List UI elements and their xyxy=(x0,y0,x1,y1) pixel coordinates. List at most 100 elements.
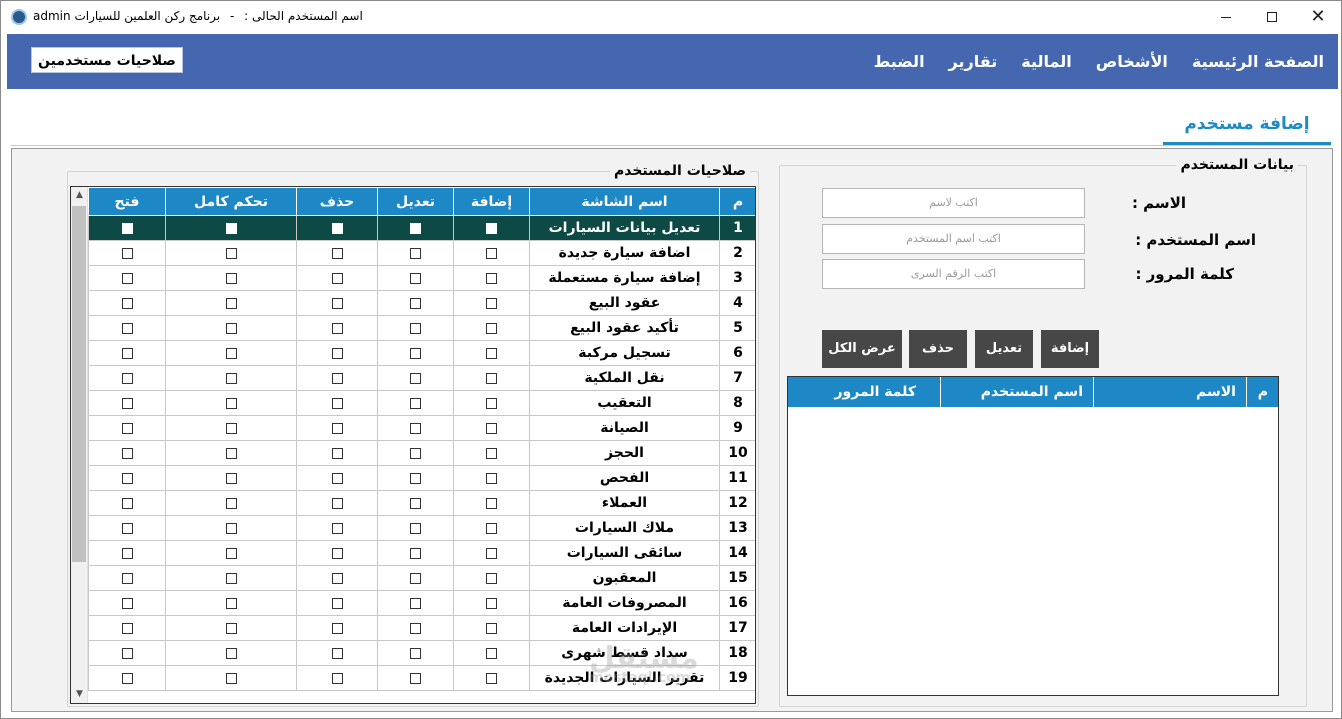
full-checkbox[interactable] xyxy=(225,297,237,309)
edit-checkbox[interactable] xyxy=(410,522,421,534)
users-col-username[interactable]: اسم المستخدم xyxy=(940,377,1093,407)
full-checkbox[interactable] xyxy=(225,597,237,609)
delete-checkbox[interactable] xyxy=(331,397,343,409)
add-checkbox[interactable] xyxy=(486,272,497,284)
edit-checkbox[interactable] xyxy=(410,597,421,609)
full-checkbox[interactable] xyxy=(225,222,237,234)
edit-checkbox[interactable] xyxy=(410,447,421,459)
full-checkbox[interactable] xyxy=(225,422,237,434)
open-checkbox[interactable] xyxy=(121,622,133,634)
add-checkbox[interactable] xyxy=(486,622,497,634)
open-checkbox[interactable] xyxy=(121,672,133,684)
delete-checkbox[interactable] xyxy=(331,422,343,434)
nav-item-0[interactable]: الصفحة الرئيسية xyxy=(1192,52,1324,71)
open-checkbox[interactable] xyxy=(121,322,133,334)
open-checkbox[interactable] xyxy=(121,597,133,609)
users-col-num[interactable]: م xyxy=(1246,377,1278,407)
edit-checkbox[interactable] xyxy=(410,647,421,659)
permission-row[interactable]: 13 ملاك السيارات xyxy=(88,515,755,541)
add-checkbox[interactable] xyxy=(486,447,497,459)
close-button[interactable]: ✕ xyxy=(1295,1,1341,33)
open-checkbox[interactable] xyxy=(121,472,133,484)
scroll-down-icon[interactable]: ▼ xyxy=(71,686,88,703)
edit-checkbox[interactable] xyxy=(410,347,421,359)
full-checkbox[interactable] xyxy=(225,672,237,684)
open-checkbox[interactable] xyxy=(121,647,133,659)
open-checkbox[interactable] xyxy=(121,222,133,234)
add-checkbox[interactable] xyxy=(486,222,497,234)
nav-item-2[interactable]: المالية xyxy=(1021,52,1071,71)
col-add-header[interactable]: إضافة xyxy=(453,187,530,216)
delete-checkbox[interactable] xyxy=(331,547,343,559)
tab-add-user[interactable]: إضافة مستخدم جديد xyxy=(1163,107,1331,168)
delete-checkbox[interactable] xyxy=(331,647,343,659)
edit-checkbox[interactable] xyxy=(410,572,421,584)
delete-button[interactable]: حذف xyxy=(909,330,967,368)
permission-row[interactable]: 10 الحجز xyxy=(88,440,755,466)
open-checkbox[interactable] xyxy=(121,497,133,509)
add-checkbox[interactable] xyxy=(486,572,497,584)
open-checkbox[interactable] xyxy=(121,372,133,384)
open-checkbox[interactable] xyxy=(121,272,133,284)
name-input[interactable]: اكتب لاسم xyxy=(822,188,1085,218)
permission-row[interactable]: 3 إضافة سيارة مستعملة xyxy=(88,265,755,291)
delete-checkbox[interactable] xyxy=(331,622,343,634)
delete-checkbox[interactable] xyxy=(331,672,343,684)
full-checkbox[interactable] xyxy=(225,572,237,584)
permission-row[interactable]: 8 التعقيب xyxy=(88,390,755,416)
delete-checkbox[interactable] xyxy=(331,522,343,534)
add-checkbox[interactable] xyxy=(486,422,497,434)
full-checkbox[interactable] xyxy=(225,347,237,359)
edit-checkbox[interactable] xyxy=(410,297,421,309)
scroll-up-icon[interactable]: ▲ xyxy=(71,187,88,204)
permission-row[interactable]: 5 تأكيد عقود البيع xyxy=(88,315,755,341)
open-checkbox[interactable] xyxy=(121,522,133,534)
grid-scrollbar[interactable]: ▲ ▼ xyxy=(71,187,88,703)
nav-item-4[interactable]: الضبط xyxy=(874,52,925,71)
edit-checkbox[interactable] xyxy=(410,222,421,234)
add-checkbox[interactable] xyxy=(486,647,497,659)
add-checkbox[interactable] xyxy=(486,597,497,609)
show-all-button[interactable]: عرض الكل xyxy=(822,330,902,368)
add-checkbox[interactable] xyxy=(486,297,497,309)
delete-checkbox[interactable] xyxy=(331,597,343,609)
open-checkbox[interactable] xyxy=(121,547,133,559)
add-checkbox[interactable] xyxy=(486,347,497,359)
permission-row[interactable]: 11 الفحص xyxy=(88,465,755,491)
full-checkbox[interactable] xyxy=(225,322,237,334)
open-checkbox[interactable] xyxy=(121,297,133,309)
users-col-password[interactable]: كلمة المرور xyxy=(788,377,940,407)
edit-checkbox[interactable] xyxy=(410,472,421,484)
delete-checkbox[interactable] xyxy=(331,347,343,359)
permission-row[interactable]: 7 نقل الملكية xyxy=(88,365,755,391)
full-checkbox[interactable] xyxy=(225,547,237,559)
nav-item-3[interactable]: تقارير xyxy=(949,52,998,71)
username-input[interactable]: اكتب اسم المستخدم xyxy=(822,224,1085,254)
open-checkbox[interactable] xyxy=(121,422,133,434)
edit-checkbox[interactable] xyxy=(410,372,421,384)
permission-row[interactable]: 16 المصروفات العامة xyxy=(88,590,755,616)
delete-checkbox[interactable] xyxy=(331,322,343,334)
col-edit-header[interactable]: تعديل xyxy=(377,187,454,216)
edit-checkbox[interactable] xyxy=(410,322,421,334)
open-checkbox[interactable] xyxy=(121,247,133,259)
delete-checkbox[interactable] xyxy=(331,447,343,459)
users-grid[interactable]: م الاسم اسم المستخدم كلمة المرور xyxy=(787,376,1279,696)
full-checkbox[interactable] xyxy=(225,372,237,384)
delete-checkbox[interactable] xyxy=(331,297,343,309)
add-checkbox[interactable] xyxy=(486,372,497,384)
delete-checkbox[interactable] xyxy=(331,247,343,259)
open-checkbox[interactable] xyxy=(121,347,133,359)
full-checkbox[interactable] xyxy=(225,247,237,259)
add-checkbox[interactable] xyxy=(486,497,497,509)
open-checkbox[interactable] xyxy=(121,397,133,409)
full-checkbox[interactable] xyxy=(225,622,237,634)
permission-row[interactable]: 6 تسجيل مركبة xyxy=(88,340,755,366)
col-full-header[interactable]: تحكم كامل xyxy=(165,187,297,216)
permissions-grid[interactable]: ▲ ▼ م اسم الشاشة إضافة تعديل حذف تحكم كا… xyxy=(70,186,756,704)
add-checkbox[interactable] xyxy=(486,547,497,559)
add-checkbox[interactable] xyxy=(486,472,497,484)
password-input[interactable]: اكتب الرقم السرى xyxy=(822,259,1085,289)
nav-item-1[interactable]: الأشخاص xyxy=(1096,52,1168,71)
full-checkbox[interactable] xyxy=(225,497,237,509)
